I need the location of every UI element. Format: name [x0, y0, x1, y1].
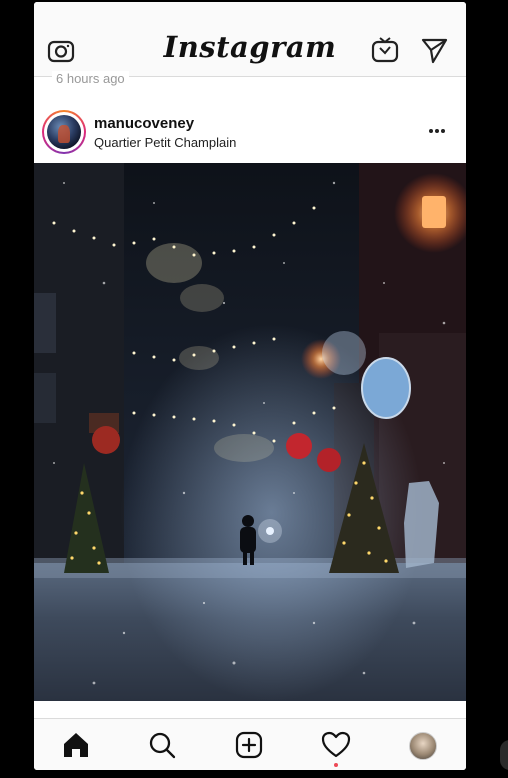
post-username[interactable]: manucoveney	[94, 115, 194, 132]
previous-post-timestamp: 6 hours ago	[52, 71, 129, 87]
home-icon[interactable]	[60, 729, 92, 761]
more-options-icon[interactable]	[429, 122, 451, 140]
instagram-feed-screen: Instagram 6 hours ago manucoveney Quarti…	[34, 2, 466, 770]
avatar[interactable]	[42, 110, 86, 154]
bottom-navigation	[34, 718, 466, 770]
edge-overlay	[500, 740, 508, 770]
search-icon[interactable]	[146, 729, 178, 761]
post-image[interactable]	[34, 163, 466, 701]
phone-frame: Instagram 6 hours ago manucoveney Quarti…	[34, 0, 466, 778]
post-location[interactable]: Quartier Petit Champlain	[94, 135, 236, 150]
post-header: manucoveney Quartier Petit Champlain	[34, 98, 466, 162]
activity-icon[interactable]	[320, 729, 352, 761]
top-bar: Instagram	[34, 2, 466, 77]
activity-indicator	[334, 763, 338, 767]
igtv-icon[interactable]	[370, 35, 400, 65]
profile-icon[interactable]	[406, 729, 438, 761]
new-post-icon[interactable]	[233, 729, 265, 761]
direct-message-icon[interactable]	[419, 35, 449, 65]
instagram-logo: Instagram	[163, 30, 337, 64]
